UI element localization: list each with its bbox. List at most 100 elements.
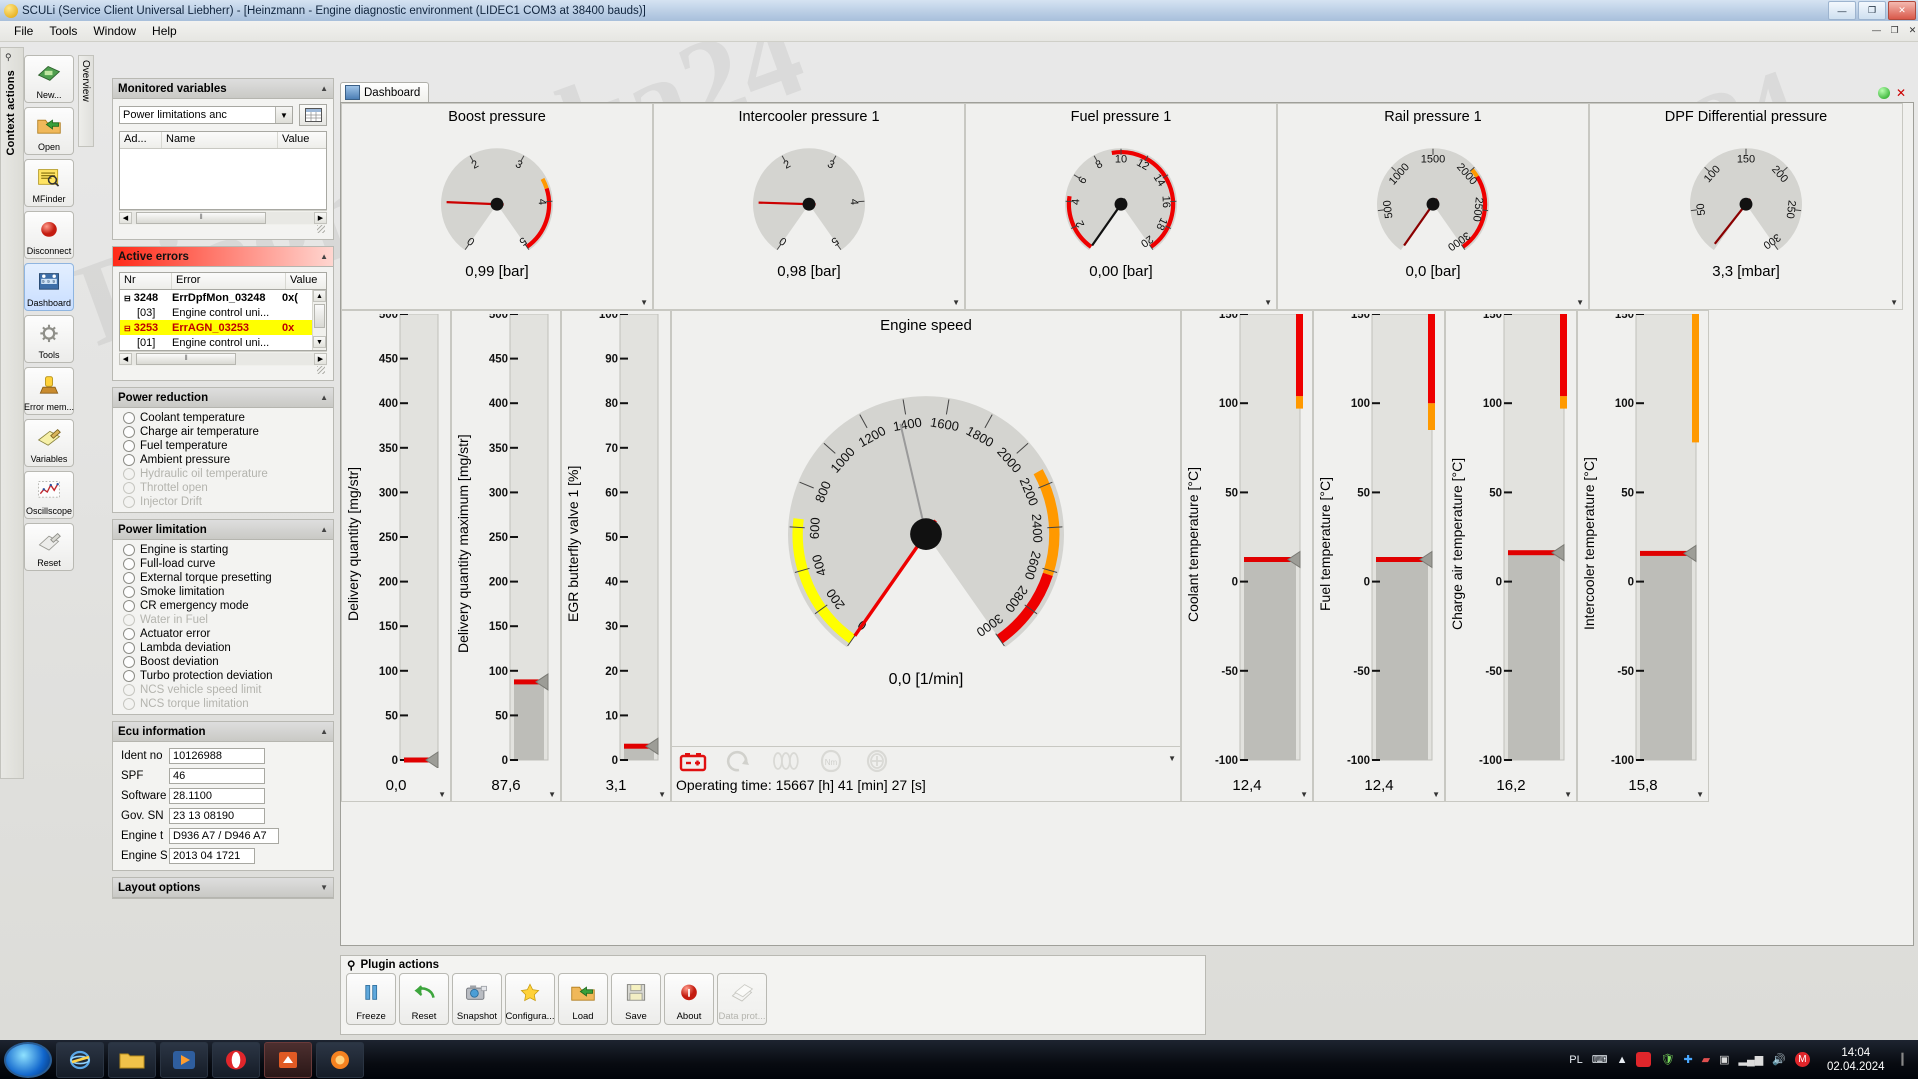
chevron-down-icon[interactable]: ▼ xyxy=(1300,790,1308,799)
menu-item-help[interactable]: Help xyxy=(144,22,185,40)
scroll-left-icon[interactable]: ◀ xyxy=(119,212,132,224)
chevron-down-icon[interactable]: ▼ xyxy=(1696,790,1704,799)
chevron-down-icon[interactable]: ▼ xyxy=(1890,298,1898,307)
chevron-down-icon[interactable]: ▼ xyxy=(548,790,556,799)
keyboard-icon[interactable]: ⌨ xyxy=(1592,1053,1608,1066)
mdi-minimize-button[interactable]: — xyxy=(1869,23,1884,37)
taskbar-folder-icon[interactable] xyxy=(108,1042,156,1078)
column-address[interactable]: Ad... xyxy=(120,132,162,148)
flag-engine-is-starting[interactable]: Engine is starting xyxy=(123,543,323,557)
chevron-down-icon[interactable]: ▼ xyxy=(658,790,666,799)
mdi-restore-button[interactable]: ❐ xyxy=(1887,23,1902,37)
flag-actuator-error[interactable]: Actuator error xyxy=(123,627,323,641)
plugin-button-reset[interactable]: Reset xyxy=(399,973,449,1025)
monitored-variables-hscrollbar[interactable]: ◀ ⦀ ▶ xyxy=(119,210,327,225)
flag-injector-drift[interactable]: Injector Drift xyxy=(123,495,323,509)
monitored-variables-header[interactable]: Monitored variables ▲ xyxy=(113,79,333,99)
layout-options-header[interactable]: Layout options ▼ xyxy=(113,878,333,898)
vscroll-thumb[interactable] xyxy=(314,304,325,328)
pin-icon[interactable]: ⚲ xyxy=(5,52,12,63)
taskbar-internet-explorer-icon[interactable] xyxy=(56,1042,104,1078)
plugin-button-save[interactable]: Save xyxy=(611,973,661,1025)
context-action-mfinder[interactable]: MFinder xyxy=(24,159,74,207)
monitored-variables-select[interactable]: Power limitations anc ▼ xyxy=(119,106,293,124)
ecu-field-value[interactable]: 23 13 08190 xyxy=(169,808,265,824)
shield-ok-icon[interactable]: 🛡 xyxy=(1660,1053,1674,1066)
hscroll-track[interactable]: ⦀ xyxy=(132,353,314,365)
volume-icon[interactable]: 🔊 xyxy=(1772,1053,1786,1066)
ecu-field-value[interactable]: 10126988 xyxy=(169,748,265,764)
plugin-button-about[interactable]: About xyxy=(664,973,714,1025)
taskbar-media-player-icon[interactable] xyxy=(160,1042,208,1078)
scroll-right-icon[interactable]: ▶ xyxy=(314,353,327,365)
hscroll-track[interactable]: ⦀ xyxy=(132,212,314,224)
chevron-up-icon[interactable]: ▲ xyxy=(320,727,328,736)
flag-smoke-limitation[interactable]: Smoke limitation xyxy=(123,585,323,599)
chevron-down-icon[interactable]: ▼ xyxy=(438,790,446,799)
start-orb[interactable] xyxy=(4,1042,52,1078)
hscroll-thumb[interactable]: ⦀ xyxy=(136,353,236,365)
plugin-button-configura[interactable]: Configura... xyxy=(505,973,555,1025)
flag-ambient-pressure[interactable]: Ambient pressure xyxy=(123,453,323,467)
chevron-up-icon[interactable]: ▲ xyxy=(320,252,328,261)
close-icon[interactable]: ✕ xyxy=(1896,86,1906,100)
plugin-button-load[interactable]: Load xyxy=(558,973,608,1025)
close-button[interactable]: ✕ xyxy=(1888,1,1916,20)
flag-boost-deviation[interactable]: Boost deviation xyxy=(123,655,323,669)
ecu-field-value[interactable]: 28.1100 xyxy=(169,788,265,804)
active-errors-vscrollbar[interactable]: ▲ ▼ xyxy=(312,290,326,350)
context-action-reset[interactable]: Reset xyxy=(24,523,74,571)
flag-fuel-temperature[interactable]: Fuel temperature xyxy=(123,439,323,453)
minimize-button[interactable]: — xyxy=(1828,1,1856,20)
column-error[interactable]: Error xyxy=(172,273,286,289)
context-action-dashboard[interactable]: 999Dashboard xyxy=(24,263,74,311)
taskbar-clock[interactable]: 14:04 02.04.2024 xyxy=(1819,1046,1893,1074)
context-action-new[interactable]: New... xyxy=(24,55,74,103)
flag-charge-air-temperature[interactable]: Charge air temperature xyxy=(123,425,323,439)
chevron-down-icon[interactable]: ▼ xyxy=(1168,754,1176,763)
chevron-down-icon[interactable]: ▼ xyxy=(1264,298,1272,307)
scroll-left-icon[interactable]: ◀ xyxy=(119,353,132,365)
chevron-up-icon[interactable]: ▲ xyxy=(320,525,328,534)
menu-item-window[interactable]: Window xyxy=(85,22,144,40)
signal-icon[interactable]: ▂▄▆ xyxy=(1739,1053,1764,1066)
flag-external-torque-presetting[interactable]: External torque presetting xyxy=(123,571,323,585)
flag-coolant-temperature[interactable]: Coolant temperature xyxy=(123,411,323,425)
overview-tab[interactable]: Overview xyxy=(78,55,94,147)
flag-cr-emergency-mode[interactable]: CR emergency mode xyxy=(123,599,323,613)
network-error-icon[interactable]: ▰ xyxy=(1702,1053,1710,1066)
taskbar-scul-icon[interactable] xyxy=(264,1042,312,1078)
chevron-up-icon[interactable]: ▲ xyxy=(320,393,328,402)
error-row[interactable]: ⊟3248ErrDpfMon_032480x( xyxy=(120,290,312,305)
ecu-information-header[interactable]: Ecu information ▲ xyxy=(113,722,333,742)
chevron-down-icon[interactable]: ▼ xyxy=(1432,790,1440,799)
show-hidden-icons-icon[interactable]: ▲ xyxy=(1617,1054,1628,1066)
menu-item-tools[interactable]: Tools xyxy=(41,22,85,40)
hscroll-thumb[interactable]: ⦀ xyxy=(136,212,266,224)
error-row[interactable]: [03]Engine control uni... xyxy=(120,305,312,320)
panel-resize-grip[interactable] xyxy=(119,225,327,234)
maximize-button[interactable]: ❐ xyxy=(1858,1,1886,20)
column-value[interactable]: Value xyxy=(286,273,326,289)
panel-resize-grip[interactable] xyxy=(119,366,327,375)
column-name[interactable]: Name xyxy=(162,132,278,148)
pin-icon[interactable]: ⚲ xyxy=(347,958,355,972)
active-errors-header[interactable]: Active errors ▲ xyxy=(113,247,333,267)
column-value[interactable]: Value xyxy=(278,132,326,148)
active-errors-hscrollbar[interactable]: ◀ ⦀ ▶ xyxy=(119,351,327,366)
bluetooth-icon[interactable]: ✚ xyxy=(1683,1053,1692,1066)
tab-dashboard[interactable]: Dashboard xyxy=(340,82,429,102)
flag-hydraulic-oil-temperature[interactable]: Hydraulic oil temperature xyxy=(123,467,323,481)
chevron-down-icon[interactable]: ▼ xyxy=(640,298,648,307)
error-row[interactable]: ⊟3253ErrAGN_032530x xyxy=(120,320,312,335)
taskbar-firefox-icon[interactable] xyxy=(316,1042,364,1078)
ecu-field-value[interactable]: 2013 04 1721 xyxy=(169,848,255,864)
context-action-variables[interactable]: Variables xyxy=(24,419,74,467)
flag-ncs-torque-limitation[interactable]: NCS torque limitation xyxy=(123,697,323,711)
ecu-field-value[interactable]: D936 A7 / D946 A7 xyxy=(169,828,279,844)
chevron-down-icon[interactable]: ▼ xyxy=(952,298,960,307)
flag-throttel-open[interactable]: Throttel open xyxy=(123,481,323,495)
error-row[interactable]: [01]Engine control uni... xyxy=(120,335,312,350)
mdi-close-button[interactable]: ✕ xyxy=(1905,23,1918,37)
context-action-disconnect[interactable]: Disconnect xyxy=(24,211,74,259)
